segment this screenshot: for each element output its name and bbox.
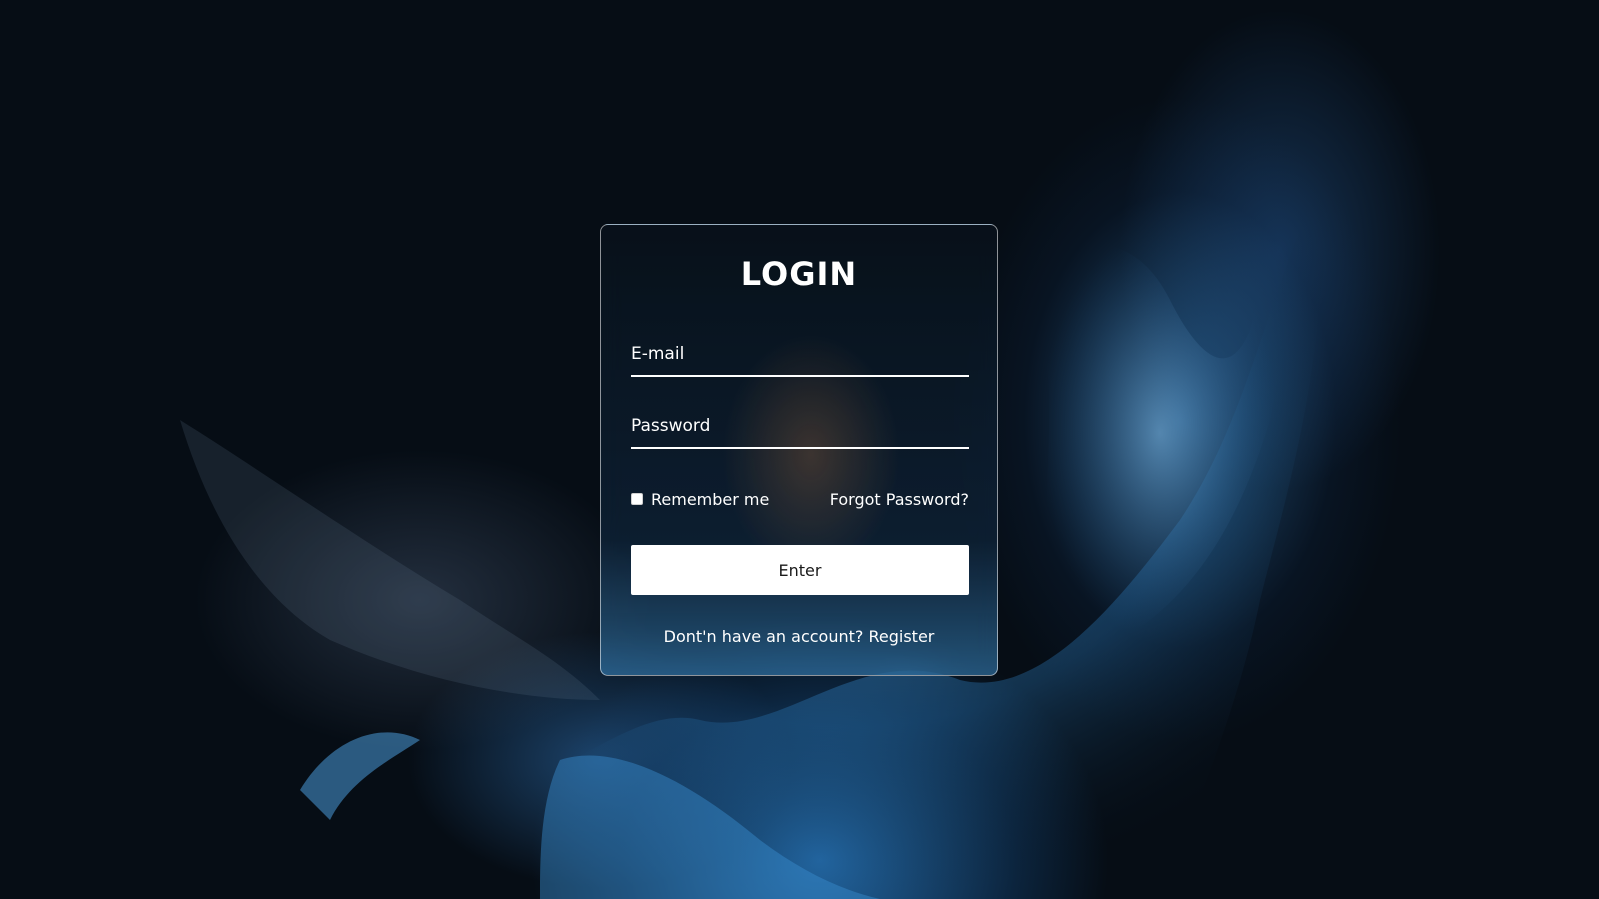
password-field-container <box>631 405 969 449</box>
register-link[interactable]: Register <box>868 627 934 646</box>
enter-button[interactable]: Enter <box>631 545 969 595</box>
password-input[interactable] <box>631 405 969 447</box>
forgot-password-link[interactable]: Forgot Password? <box>830 490 969 509</box>
login-card: LOGIN Remember me Forgot Password? Enter… <box>600 224 998 676</box>
remember-me-label: Remember me <box>651 489 770 509</box>
remember-me-checkbox[interactable] <box>631 493 643 505</box>
email-input[interactable] <box>631 333 969 375</box>
remember-me[interactable]: Remember me <box>631 490 769 509</box>
email-field-container <box>631 333 969 377</box>
no-account-text: Dont'n have an account? <box>663 627 864 646</box>
login-title: LOGIN <box>740 255 858 293</box>
login-options-row: Remember me Forgot Password? <box>631 487 969 511</box>
register-prompt: Dont'n have an account? Register <box>601 627 997 646</box>
